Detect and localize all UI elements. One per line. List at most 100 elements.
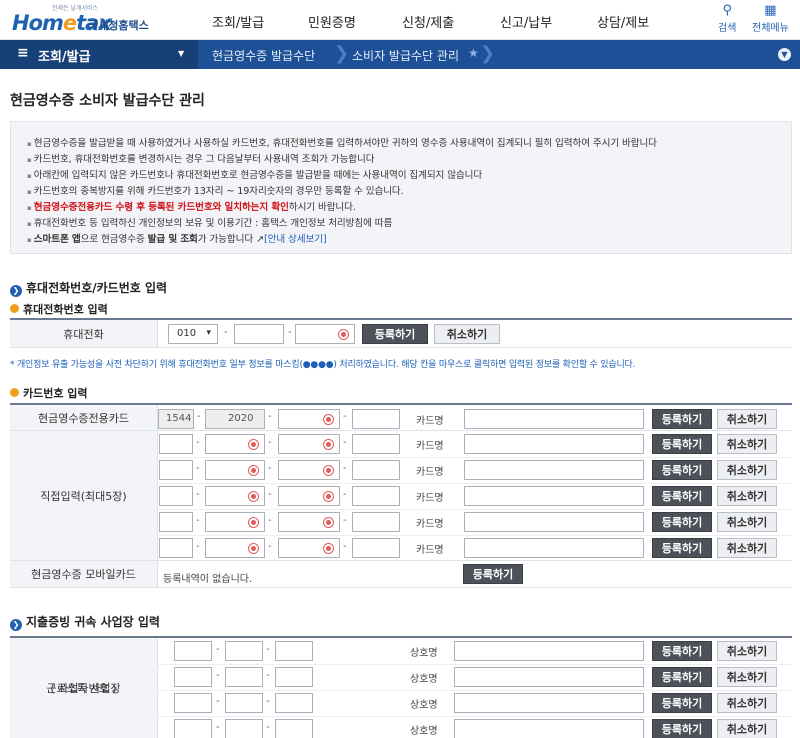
biz-no-seg2-input[interactable] [225, 667, 263, 687]
search-button[interactable]: ⚲ 검색 [718, 3, 736, 34]
business-cancel-button[interactable]: 취소하기 [717, 693, 777, 713]
card-seg3-input[interactable] [278, 512, 340, 532]
card-seg3-input[interactable] [278, 538, 340, 558]
business-register-button[interactable]: 등록하기 [652, 719, 712, 738]
card-seg2-input[interactable] [205, 538, 265, 558]
business-name-input[interactable] [454, 693, 644, 713]
nav-civil-certificates[interactable]: 민원증명 [308, 12, 356, 31]
card-cancel-button[interactable]: 취소하기 [717, 434, 777, 454]
masking-note: * 개인정보 유출 가능성을 사전 차단하기 위해 휴대전화번호 일부 정보를 … [10, 360, 636, 370]
card-seg3-input[interactable] [278, 409, 340, 429]
phone-register-button[interactable]: 등록하기 [362, 324, 428, 344]
card-seg3-input[interactable] [278, 460, 340, 480]
business-register-button[interactable]: 등록하기 [652, 693, 712, 713]
biz-no-seg1-input[interactable] [174, 667, 212, 687]
guide-detail-link[interactable]: [안내 상세보기] [264, 234, 327, 245]
nav-consult-report[interactable]: 상담/제보 [597, 12, 649, 31]
chevron-down-icon[interactable]: ▼ [778, 48, 791, 61]
card-register-button[interactable]: 등록하기 [652, 409, 712, 429]
card-seg4-input[interactable] [352, 409, 400, 429]
dropdown-triangle-icon[interactable]: ▼ [178, 49, 184, 58]
biz-no-seg2-input[interactable] [225, 641, 263, 661]
breadcrumb-section[interactable]: ≡ 조회/발급 ▼ [0, 40, 198, 69]
hamburger-icon[interactable]: ≡ [17, 45, 29, 61]
phone-cancel-button[interactable]: 취소하기 [434, 324, 500, 344]
hometax-logo[interactable]: 언제든 날개서비스 Hometax 국세청홈택스 [12, 3, 162, 37]
section-title-business: ❯ 지출증빙 귀속 사업장 입력 [10, 613, 160, 631]
phone-middle-input[interactable] [234, 324, 284, 344]
phone-prefix-select[interactable]: 010 ▾ [168, 324, 218, 344]
business-name-label: 상호명 [410, 648, 438, 659]
card-seg2-input[interactable] [205, 486, 265, 506]
biz-no-seg3-input[interactable] [275, 641, 313, 661]
card-cancel-button[interactable]: 취소하기 [717, 512, 777, 532]
breadcrumb-item-consumer-means[interactable]: 소비자 발급수단 관리 [352, 47, 459, 64]
card-seg1-input[interactable] [159, 538, 193, 558]
mobile-register-button[interactable]: 등록하기 [463, 564, 523, 584]
biz-no-seg3-input[interactable] [275, 719, 313, 738]
business-register-button[interactable]: 등록하기 [652, 667, 712, 687]
card-cancel-button[interactable]: 취소하기 [717, 486, 777, 506]
nav-application-submission[interactable]: 신청/제출 [402, 12, 454, 31]
business-name-input[interactable] [454, 641, 644, 661]
card-name-input[interactable] [464, 512, 644, 532]
card-name-input[interactable] [464, 434, 644, 454]
chevron-right-icon: ❯ [10, 285, 22, 297]
breadcrumb-item-receipt-means[interactable]: 현금영수증 발급수단 [212, 47, 315, 64]
business-cancel-button[interactable]: 취소하기 [717, 667, 777, 687]
phone-last-input[interactable] [295, 324, 355, 344]
card-seg2-input[interactable] [205, 434, 265, 454]
card-name-input[interactable] [464, 538, 644, 558]
card-name-input[interactable] [464, 409, 644, 429]
card-seg4-input[interactable] [352, 538, 400, 558]
nav-inquiry-issuance[interactable]: 조회/발급 [212, 12, 264, 31]
card-register-button[interactable]: 등록하기 [652, 460, 712, 480]
card-cancel-button[interactable]: 취소하기 [717, 538, 777, 558]
card-seg3-input[interactable] [278, 486, 340, 506]
card-cancel-button[interactable]: 취소하기 [717, 460, 777, 480]
favorite-star-icon[interactable]: ★ [468, 46, 479, 60]
business-name-input[interactable] [454, 719, 644, 738]
card-seg4-input[interactable] [352, 434, 400, 454]
business-label-cell: 근로소득 사업장( 사업자번호 ) [10, 638, 158, 738]
card-register-button[interactable]: 등록하기 [652, 538, 712, 558]
card-register-button[interactable]: 등록하기 [652, 486, 712, 506]
mask-icon [323, 439, 334, 450]
nav-report-payment[interactable]: 신고/납부 [500, 12, 552, 31]
card-seg4-input[interactable] [352, 512, 400, 532]
biz-no-seg3-input[interactable] [275, 667, 313, 687]
biz-no-seg3-input[interactable] [275, 693, 313, 713]
dash-separator: - [343, 489, 347, 500]
card-name-input[interactable] [464, 486, 644, 506]
biz-no-seg1-input[interactable] [174, 641, 212, 661]
card-seg1-input[interactable] [159, 460, 193, 480]
bullet-icon [10, 388, 19, 397]
card-seg3-input[interactable] [278, 434, 340, 454]
card-register-button[interactable]: 등록하기 [652, 434, 712, 454]
biz-no-seg2-input[interactable] [225, 693, 263, 713]
business-cancel-button[interactable]: 취소하기 [717, 719, 777, 738]
business-register-button[interactable]: 등록하기 [652, 641, 712, 661]
card-name-label: 카드명 [416, 519, 444, 530]
card-seg1-input[interactable] [159, 512, 193, 532]
card-cancel-button[interactable]: 취소하기 [717, 409, 777, 429]
business-cancel-button[interactable]: 취소하기 [717, 641, 777, 661]
row-divider [158, 690, 792, 691]
card-seg1-input[interactable] [159, 486, 193, 506]
card-name-label: 카드명 [416, 545, 444, 556]
card-name-label: 카드명 [416, 416, 444, 427]
card-seg1-input[interactable] [159, 434, 193, 454]
grid-icon: ▦ [764, 3, 777, 18]
biz-no-seg1-input[interactable] [174, 693, 212, 713]
row-divider [158, 509, 792, 510]
card-seg4-input[interactable] [352, 460, 400, 480]
card-name-input[interactable] [464, 460, 644, 480]
business-name-input[interactable] [454, 667, 644, 687]
biz-no-seg1-input[interactable] [174, 719, 212, 738]
all-menu-button[interactable]: ▦ 전체메뉴 [752, 3, 789, 34]
card-seg2-input[interactable] [205, 512, 265, 532]
card-seg2-input[interactable] [205, 460, 265, 480]
card-seg4-input[interactable] [352, 486, 400, 506]
card-register-button[interactable]: 등록하기 [652, 512, 712, 532]
biz-no-seg2-input[interactable] [225, 719, 263, 738]
